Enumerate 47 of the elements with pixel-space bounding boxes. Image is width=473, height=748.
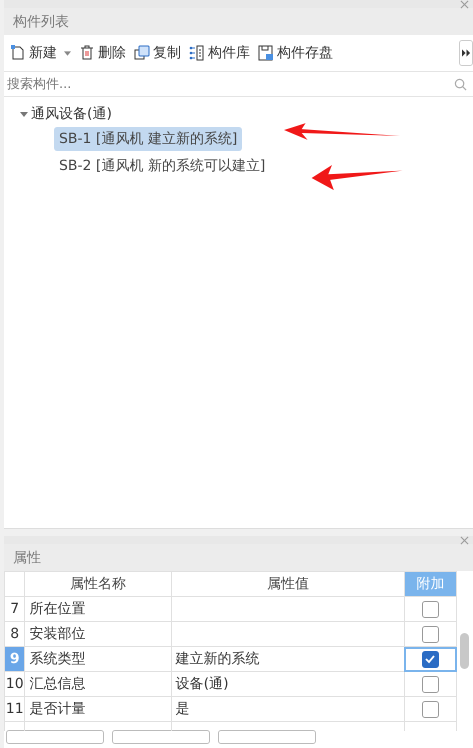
save-icon bbox=[258, 45, 274, 61]
toolbar-button[interactable]: 新建 bbox=[6, 44, 75, 62]
column-header: 属性值 bbox=[171, 572, 404, 596]
toolbar-button[interactable]: 构件库 bbox=[185, 44, 254, 62]
tree-item[interactable]: SB-2 [通风机 新的系统可以建立] bbox=[54, 154, 270, 178]
tree-item[interactable]: SB-1 [通风机 建立新的系统] bbox=[54, 126, 242, 150]
search-field[interactable]: 搜索构件... bbox=[4, 76, 454, 92]
row-number: 11 bbox=[4, 696, 25, 722]
checkbox[interactable] bbox=[422, 700, 439, 718]
table-cell: 汇总信息 bbox=[24, 672, 172, 696]
double-arrow-icon bbox=[462, 49, 470, 57]
bottom-button[interactable] bbox=[6, 730, 104, 744]
toolbar-button[interactable]: 复制 bbox=[130, 44, 185, 62]
column-header: 附加 bbox=[404, 572, 456, 596]
table-cell: 所在位置 bbox=[24, 596, 172, 622]
checkbox[interactable] bbox=[422, 676, 439, 692]
more-button[interactable] bbox=[459, 40, 473, 66]
table-cell: 是 bbox=[171, 696, 404, 722]
toolbar-button[interactable]: 删除 bbox=[75, 44, 130, 62]
trash-icon bbox=[79, 45, 95, 61]
table-cell: 是否计量 bbox=[24, 696, 172, 722]
table-cell: 设备(通) bbox=[171, 672, 404, 696]
bottom-button[interactable] bbox=[112, 730, 210, 744]
scroll-thumb[interactable] bbox=[460, 633, 469, 669]
toolbar-button[interactable]: 构件存盘 bbox=[254, 44, 337, 62]
tree-group[interactable]: 通风设备(通) bbox=[31, 105, 112, 123]
row-number: 9 bbox=[4, 646, 25, 672]
checkbox[interactable] bbox=[422, 626, 439, 642]
close-icon[interactable] bbox=[460, 536, 469, 544]
table-cell: 系统类型 bbox=[24, 646, 172, 672]
table-cell: 安装部位 bbox=[24, 622, 172, 646]
close-icon[interactable] bbox=[460, 0, 469, 8]
row-number: 10 bbox=[4, 672, 25, 696]
column-header: 属性名称 bbox=[24, 572, 172, 596]
expand-icon[interactable] bbox=[20, 110, 28, 118]
row-number: 7 bbox=[4, 596, 25, 622]
panel-title: 属性 bbox=[13, 548, 41, 566]
copy-icon bbox=[134, 45, 150, 61]
caret-icon[interactable] bbox=[64, 50, 71, 56]
bottom-button[interactable] bbox=[218, 730, 316, 744]
panel-title: 构件列表 bbox=[13, 12, 69, 30]
check-icon bbox=[424, 653, 436, 665]
new-document-icon bbox=[10, 45, 26, 61]
list-icon bbox=[189, 45, 205, 61]
checkbox[interactable] bbox=[422, 650, 439, 668]
search-icon[interactable] bbox=[454, 78, 467, 90]
checkbox[interactable] bbox=[422, 600, 439, 618]
